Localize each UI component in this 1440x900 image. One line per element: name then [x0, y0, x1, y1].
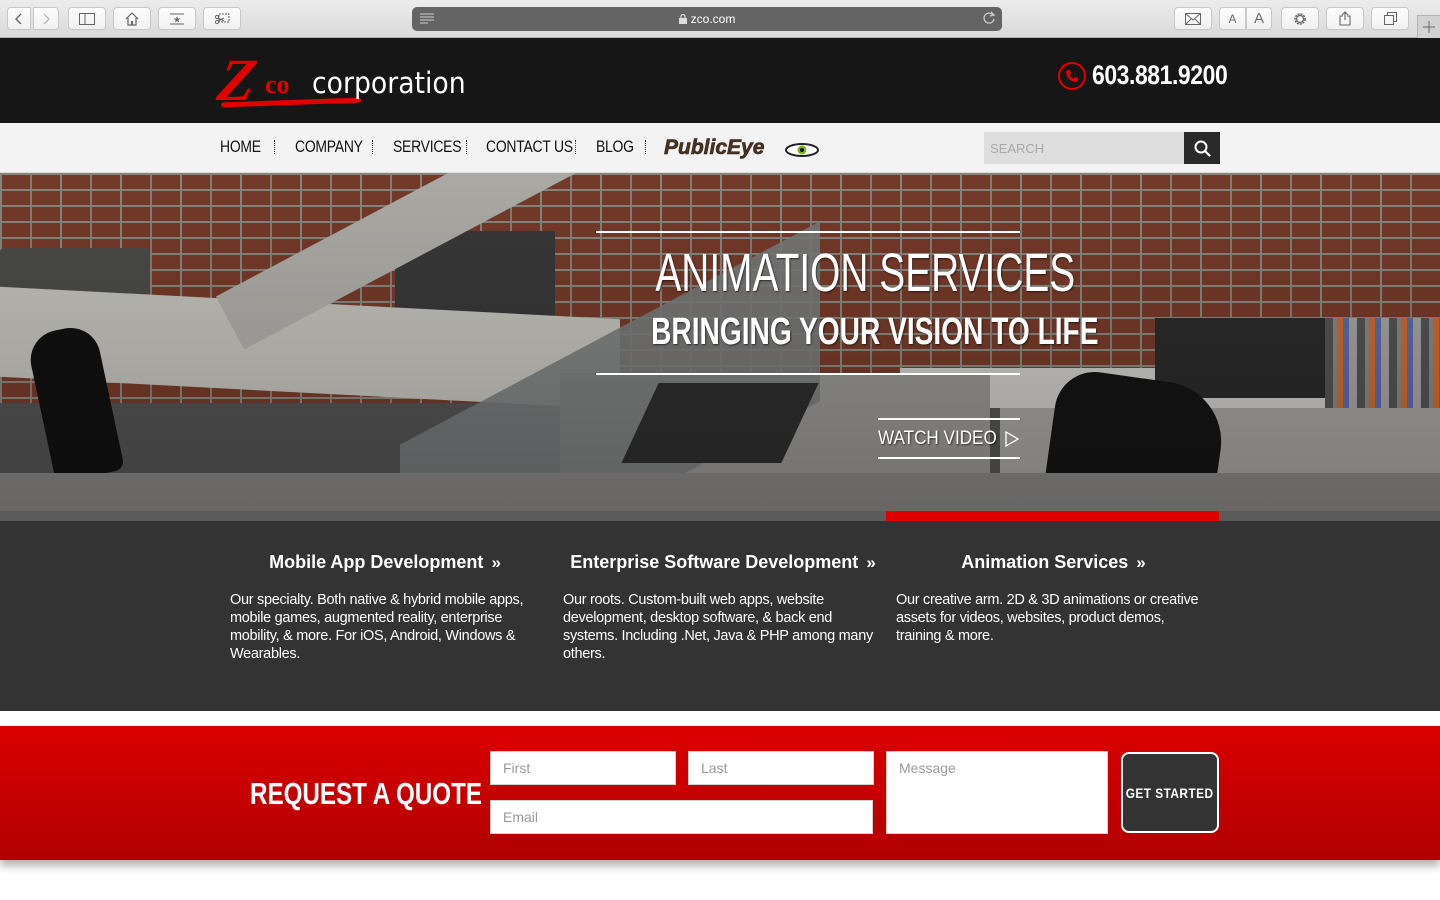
reload-icon[interactable] [982, 11, 996, 25]
new-tab-icon [1423, 21, 1435, 33]
new-tab-button[interactable] [1417, 15, 1440, 38]
home-button[interactable] [113, 7, 151, 30]
email-input[interactable] [490, 800, 873, 834]
hero-subtitle: BRINGING YOUR VISION TO LIFE [651, 311, 1099, 353]
main-nav: HOME COMPANY SERVICES CONTACT US BLOG Pu… [0, 123, 1440, 173]
service-title: Mobile App Development [269, 552, 484, 572]
nav-separator [372, 140, 373, 154]
site-header: Z co corporation 603.881.9200 [0, 38, 1440, 123]
play-icon [1005, 430, 1020, 447]
hero-caption: ANIMATION SERVICES BRINGING YOUR VISION … [596, 231, 1099, 375]
hero-rule-top [596, 231, 1020, 233]
double-chevron-right-icon: » [491, 553, 501, 572]
publiceye-logo[interactable]: PublicEye [664, 135, 820, 161]
logo-co: co [265, 70, 290, 99]
service-title-link[interactable]: Animation Services » [896, 549, 1211, 576]
back-icon [15, 13, 22, 24]
hero-slider: ANIMATION SERVICES BRINGING YOUR VISION … [0, 173, 1440, 511]
settings-button[interactable] [1281, 7, 1319, 30]
mail-button[interactable] [1174, 7, 1212, 30]
phone-contact[interactable]: 603.881.9200 [1058, 60, 1251, 91]
service-animation: Animation Services » Our creative arm. 2D… [896, 549, 1211, 645]
service-enterprise-software: Enterprise Software Development » Our roo… [563, 549, 883, 663]
clipper-icon [214, 13, 230, 24]
lock-icon [678, 14, 687, 24]
double-chevron-right-icon: » [866, 553, 876, 572]
address-bar[interactable]: zco.com [412, 7, 1002, 31]
get-started-button[interactable]: GET STARTED [1121, 752, 1219, 833]
forward-icon [43, 13, 50, 24]
slider-indicator [0, 511, 1440, 521]
tabs-overview-button[interactable] [1371, 7, 1409, 30]
browser-toolbar: ★ zco.com A A [0, 0, 1440, 38]
phone-icon [1058, 61, 1086, 90]
nav-menu: HOME COMPANY SERVICES CONTACT US BLOG [220, 137, 646, 157]
nav-item-blog[interactable]: BLOG [596, 137, 634, 157]
watch-video-label: WATCH VIDEO [878, 427, 997, 449]
sidebar-icon [79, 12, 95, 25]
service-title: Enterprise Software Development [570, 552, 859, 572]
search-input[interactable] [984, 132, 1184, 164]
last-name-input[interactable] [688, 751, 874, 785]
request-quote-bar: REQUEST A QUOTE GET STARTED [0, 726, 1440, 860]
services-section: Mobile App Development » Our specialty. B… [0, 521, 1440, 711]
service-title-link[interactable]: Enterprise Software Development » [563, 549, 883, 576]
logo-text: corporation [312, 66, 466, 100]
service-title: Animation Services [961, 552, 1129, 572]
back-button[interactable] [7, 7, 31, 30]
nav-separator [575, 140, 576, 154]
publiceye-logo-icon: PublicEye [664, 136, 819, 159]
nav-item-home[interactable]: HOME [220, 137, 261, 157]
settings-gear-icon [1294, 12, 1306, 25]
request-quote-title: REQUEST A QUOTE [250, 776, 482, 811]
double-chevron-right-icon: » [1136, 553, 1146, 572]
nav-separator [274, 140, 275, 154]
svg-text:★: ★ [173, 14, 181, 24]
mail-icon [1185, 12, 1201, 25]
search-icon [1194, 140, 1211, 157]
phone-number: 603.881.9200 [1092, 60, 1228, 90]
first-name-input[interactable] [490, 751, 676, 785]
url-text: zco.com [690, 12, 736, 26]
service-description: Our creative arm. 2D & 3D animations or … [896, 592, 1199, 644]
nav-separator [466, 140, 467, 154]
service-mobile-app: Mobile App Development » Our specialty. B… [230, 549, 540, 663]
slide-indicator-3-active[interactable] [886, 511, 1219, 521]
share-button[interactable] [1326, 7, 1364, 30]
share-icon [1339, 11, 1351, 26]
watch-video-button[interactable]: WATCH VIDEO [878, 418, 1020, 459]
zco-logo[interactable]: Z co corporation [213, 47, 465, 113]
text-smaller-icon: A [1228, 11, 1237, 26]
clipper-button[interactable] [203, 7, 241, 30]
hero-rule-bottom [596, 373, 1020, 375]
reader-list-icon[interactable] [420, 13, 434, 24]
forward-button[interactable] [33, 7, 59, 30]
tabs-icon [1383, 12, 1397, 25]
search-button[interactable] [1184, 132, 1220, 164]
get-started-label: GET STARTED [1126, 784, 1214, 801]
publiceye-text: PublicEye [664, 136, 765, 159]
service-title-link[interactable]: Mobile App Development » [230, 549, 540, 576]
slide-indicator-1[interactable] [220, 511, 553, 521]
slide-indicator-2[interactable] [553, 511, 886, 521]
hero-title: ANIMATION SERVICES [655, 243, 1076, 303]
service-description: Our roots. Custom-built web apps, websit… [563, 592, 873, 662]
nav-item-company[interactable]: COMPANY [295, 137, 363, 157]
bookmark-star-icon: ★ [170, 13, 184, 24]
bookmarks-button[interactable]: ★ [158, 7, 196, 30]
service-description: Our specialty. Both native & hybrid mobi… [230, 592, 524, 662]
home-icon [125, 11, 139, 26]
sidebar-button[interactable] [68, 7, 106, 30]
text-smaller-button[interactable]: A [1219, 7, 1246, 30]
message-textarea[interactable] [886, 751, 1108, 834]
text-larger-button[interactable]: A [1246, 7, 1272, 30]
text-larger-icon: A [1253, 10, 1264, 27]
nav-separator [645, 140, 646, 154]
nav-item-services[interactable]: SERVICES [393, 137, 462, 157]
nav-item-contact-us[interactable]: CONTACT US [486, 137, 573, 157]
logo-z: Z [213, 47, 262, 113]
